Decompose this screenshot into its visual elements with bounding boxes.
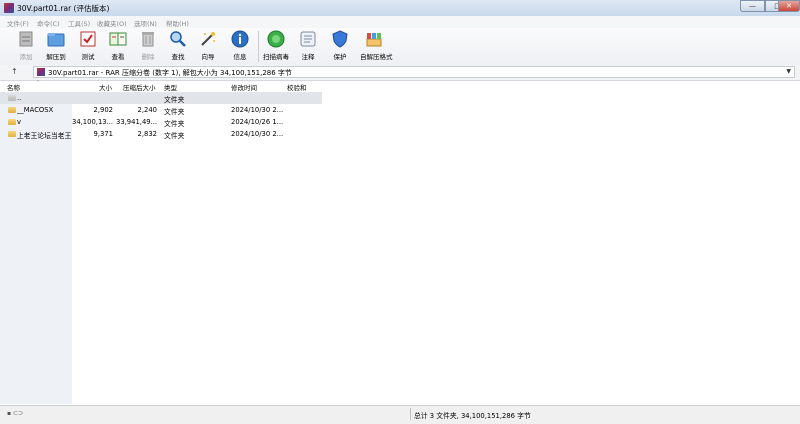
row-modified: 2024/10/26 1... [231, 118, 284, 126]
column-header-crc[interactable]: 校验和 [287, 82, 307, 92]
window-title: 30V.part01.rar (评估版本) [17, 4, 110, 13]
row-size: 34,100,13... [72, 118, 113, 126]
row-modified: 2024/10/30 2... [231, 106, 284, 114]
table-row[interactable]: __MACOSX 2,902 2,240 文件夹 2024/10/30 2... [0, 105, 322, 116]
column-header-name[interactable]: 名称 [7, 82, 20, 92]
row-size: 9,371 [93, 130, 113, 138]
shield-icon [331, 30, 349, 48]
path-text: 30V.part01.rar - RAR 压缩分卷 (数字 1), 解包大小为 … [48, 69, 292, 77]
table-row[interactable]: .. 文件夹 [0, 93, 322, 104]
info-button[interactable]: 信息 [226, 30, 254, 64]
protect-button[interactable]: 保护 [326, 30, 354, 64]
trash-icon [139, 30, 157, 48]
comment-icon [299, 30, 317, 48]
parent-folder-icon [8, 95, 16, 101]
folder-icon [8, 119, 16, 125]
row-name: v [17, 118, 22, 126]
extract-folder-icon [47, 30, 65, 48]
row-name: 上老王论坛当老王 [17, 132, 71, 140]
row-type: 文件夹 [164, 108, 185, 116]
row-modified: 2024/10/30 2... [231, 130, 284, 138]
winrar-icon [4, 3, 14, 13]
test-icon [79, 30, 97, 48]
menu-file[interactable]: 文件(F) [7, 18, 29, 28]
file-list[interactable]: 名称 ^ 大小 压缩后大小 类型 修改时间 校验和 .. 文件夹 __MACOS… [0, 80, 800, 404]
address-bar: ↑ 30V.part01.rar - RAR 压缩分卷 (数字 1), 解包大小… [0, 65, 800, 81]
column-header-size[interactable]: 大小 [99, 82, 112, 92]
menu-tools[interactable]: 工具(S) [68, 18, 90, 28]
virus-scan-button[interactable]: 扫描病毒 [262, 30, 290, 64]
table-row[interactable]: 上老王论坛当老王 9,371 2,832 文件夹 2024/10/30 2... [0, 129, 322, 140]
chevron-down-icon[interactable]: ▼ [786, 68, 791, 75]
close-button[interactable]: ✕ [778, 0, 800, 12]
row-type: 文件夹 [164, 96, 185, 104]
row-size: 2,902 [93, 106, 113, 114]
table-row[interactable]: v 34,100,13... 33,941,49... 文件夹 2024/10/… [0, 117, 322, 128]
row-packed: 33,941,49... [116, 118, 157, 126]
sfx-button[interactable]: 自解压格式 [360, 30, 393, 64]
up-folder-button[interactable]: ↑ [11, 67, 18, 76]
add-button[interactable]: 添加 [12, 30, 40, 64]
info-icon [231, 30, 249, 48]
menu-options[interactable]: 选项(N) [134, 18, 157, 28]
row-type: 文件夹 [164, 120, 185, 128]
view-button[interactable]: 查看 [104, 30, 132, 64]
column-header-modified[interactable]: 修改时间 [231, 82, 257, 92]
folder-icon [8, 131, 16, 137]
menu-help[interactable]: 帮助(H) [166, 18, 189, 28]
minimize-button[interactable]: — [740, 0, 765, 12]
row-type: 文件夹 [164, 132, 185, 140]
delete-button[interactable]: 删除 [134, 30, 162, 64]
status-bar: ▪ ⊂⊃ 总计 3 文件夹, 34,100,151,286 字节 [0, 405, 800, 424]
find-button[interactable]: 查找 [164, 30, 192, 64]
status-text: 总计 3 文件夹, 34,100,151,286 字节 [414, 412, 531, 420]
toolbar: 添加 解压到 测试 查看 删除 查找 向导 信息 扫描病毒 注释 保护 自解压格… [0, 28, 800, 66]
row-packed: 2,240 [137, 106, 157, 114]
sfx-icon [365, 30, 383, 48]
drive-key-icon: ▪ ⊂⊃ [7, 410, 24, 417]
title-bar: 30V.part01.rar (评估版本) — □ ✕ [0, 0, 800, 16]
wizard-button[interactable]: 向导 [194, 30, 222, 64]
row-packed: 2,832 [137, 130, 157, 138]
archive-add-icon [17, 30, 35, 48]
comment-button[interactable]: 注释 [294, 30, 322, 64]
view-book-icon [109, 30, 127, 48]
column-header-packed[interactable]: 压缩后大小 [123, 82, 156, 92]
path-field[interactable]: 30V.part01.rar - RAR 压缩分卷 (数字 1), 解包大小为 … [33, 66, 795, 78]
menu-favorites[interactable]: 收藏夹(O) [97, 18, 127, 28]
find-magnifier-icon [169, 30, 187, 48]
toolbar-separator [258, 31, 259, 62]
rar-archive-icon [37, 68, 45, 76]
column-header-row: 名称 ^ 大小 压缩后大小 类型 修改时间 校验和 [0, 80, 322, 93]
test-button[interactable]: 测试 [74, 30, 102, 64]
sort-ascending-icon: ^ [36, 80, 41, 86]
wizard-wand-icon [199, 30, 217, 48]
row-name: __MACOSX [17, 106, 54, 114]
menu-bar: 文件(F) 命令(C) 工具(S) 收藏夹(O) 选项(N) 帮助(H) [0, 16, 800, 28]
row-name: .. [17, 94, 22, 102]
folder-icon [8, 107, 16, 113]
menu-commands[interactable]: 命令(C) [37, 18, 60, 28]
extract-to-button[interactable]: 解压到 [42, 30, 70, 64]
status-divider [410, 408, 411, 420]
virus-scan-icon [267, 30, 285, 48]
column-header-type[interactable]: 类型 [164, 82, 177, 92]
